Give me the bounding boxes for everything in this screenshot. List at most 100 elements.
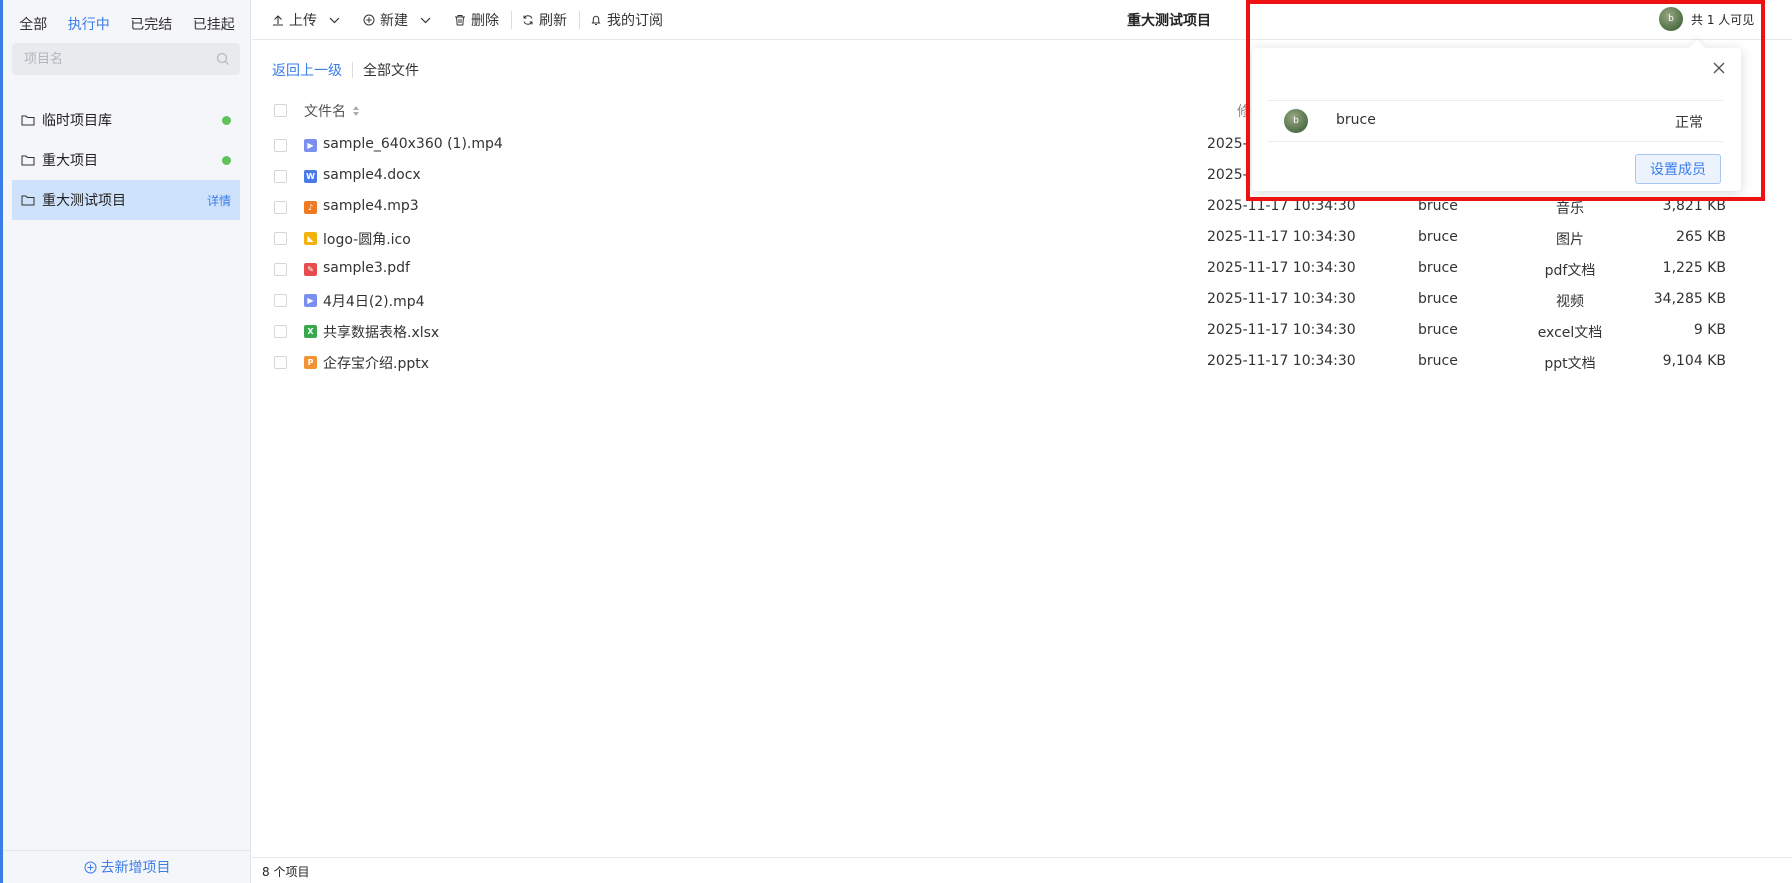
file-date: 2025-11-17 10:34:30	[1207, 229, 1356, 245]
tab-completed[interactable]: 已完结	[126, 12, 176, 36]
file-type: ppt文档	[1544, 356, 1596, 372]
folder-icon	[21, 115, 35, 126]
row-checkbox[interactable]	[274, 232, 287, 245]
file-date: 2025-11-17 10:34:30	[1207, 322, 1356, 338]
delete-button[interactable]: 删除	[454, 10, 499, 30]
row-checkbox[interactable]	[274, 294, 287, 307]
tab-in-progress[interactable]: 执行中	[64, 12, 114, 36]
project-item-major-test[interactable]: 重大测试项目 详情	[12, 180, 240, 220]
members-popover: b bruce 正常 设置成员	[1252, 39, 1741, 191]
audio-file-icon: ♪	[304, 201, 317, 214]
file-size: 265 KB	[1676, 229, 1726, 245]
subscribe-button[interactable]: 我的订阅	[590, 10, 663, 30]
upload-icon	[273, 15, 283, 26]
member-row: b bruce 正常	[1268, 100, 1723, 142]
close-icon[interactable]	[1711, 60, 1727, 76]
sort-icon[interactable]	[352, 105, 360, 117]
file-name[interactable]: sample4.docx	[323, 167, 421, 183]
breadcrumb: 返回上一级 全部文件	[272, 60, 419, 80]
table-row[interactable]: X 共享数据表格.xlsx 2025-11-17 10:34:30 bruce …	[252, 316, 1792, 347]
refresh-button[interactable]: 刷新	[522, 10, 567, 30]
trash-icon	[455, 15, 465, 26]
plus-circle-icon	[363, 14, 375, 26]
file-type: 视频	[1556, 294, 1584, 310]
file-name[interactable]: 4月4日(2).mp4	[323, 291, 425, 311]
upload-label: 上传	[289, 13, 317, 29]
project-item-major[interactable]: 重大项目	[12, 140, 240, 180]
project-item-temp-library[interactable]: 临时项目库	[12, 100, 240, 140]
select-all-checkbox[interactable]	[274, 104, 287, 117]
project-search-box	[12, 43, 240, 75]
visible-count-label: 共 1 人可见	[1691, 12, 1755, 27]
file-owner: bruce	[1418, 198, 1458, 214]
item-count: 8 个项目	[262, 865, 310, 879]
new-button[interactable]: 新建	[363, 10, 436, 30]
file-date: 2025-	[1207, 167, 1248, 183]
visible-members-toggle[interactable]: b 共 1 人可见	[1659, 7, 1754, 31]
file-date: 2025-11-17 10:34:30	[1207, 353, 1356, 369]
excel-file-icon: X	[304, 325, 317, 338]
folder-icon	[21, 155, 35, 166]
project-name: 临时项目库	[42, 113, 112, 129]
table-row[interactable]: ♪ sample4.mp3 2025-11-17 10:34:30 bruce …	[252, 192, 1792, 223]
popover-arrow	[1688, 39, 1706, 57]
project-name: 重大测试项目	[42, 193, 126, 209]
column-header-modified[interactable]: 修	[1237, 101, 1251, 121]
project-detail-link[interactable]: 详情	[207, 192, 231, 209]
refresh-icon	[523, 15, 533, 25]
row-checkbox[interactable]	[274, 356, 287, 369]
toolbar-divider	[511, 11, 512, 29]
member-status: 正常	[1675, 115, 1703, 131]
file-owner: bruce	[1418, 322, 1458, 338]
search-icon[interactable]	[216, 52, 230, 66]
set-members-button[interactable]: 设置成员	[1635, 154, 1721, 184]
add-project-button[interactable]: 去新增项目	[3, 850, 251, 883]
file-name[interactable]: sample3.pdf	[323, 260, 410, 276]
row-checkbox[interactable]	[274, 170, 287, 183]
ppt-file-icon: P	[304, 356, 317, 369]
tab-suspended[interactable]: 已挂起	[189, 12, 239, 36]
status-dot	[222, 155, 231, 165]
tab-all[interactable]: 全部	[15, 12, 51, 36]
file-date: 2025-	[1207, 136, 1248, 152]
image-file-icon: ◣	[304, 232, 317, 245]
table-row[interactable]: ◣ logo-圆角.ico 2025-11-17 10:34:30 bruce …	[252, 223, 1792, 254]
chevron-down-icon[interactable]	[420, 17, 431, 24]
file-date: 2025-11-17 10:34:30	[1207, 260, 1356, 276]
table-row[interactable]: ✎ sample3.pdf 2025-11-17 10:34:30 bruce …	[252, 254, 1792, 285]
file-name[interactable]: 共享数据表格.xlsx	[323, 322, 439, 342]
file-name[interactable]: logo-圆角.ico	[323, 229, 411, 249]
chevron-down-icon[interactable]	[329, 17, 340, 24]
file-owner: bruce	[1418, 229, 1458, 245]
row-checkbox[interactable]	[274, 201, 287, 214]
file-size: 34,285 KB	[1653, 291, 1726, 307]
table-row[interactable]: ▶ 4月4日(2).mp4 2025-11-17 10:34:30 bruce …	[252, 285, 1792, 316]
file-size: 1,225 KB	[1662, 260, 1726, 276]
file-size: 9 KB	[1693, 322, 1726, 338]
toolbar: 上传 新建 删除 刷新 我的订阅 重大测试项目 b 共 1 人可见	[252, 0, 1792, 40]
file-name[interactable]: sample4.mp3	[323, 198, 419, 214]
project-sidebar: 全部 执行中 已完结 已挂起 临时项目库 重大项目 重大测试项目 详情 去新增项…	[3, 0, 251, 883]
table-row[interactable]: P 企存宝介绍.pptx 2025-11-17 10:34:30 bruce p…	[252, 347, 1792, 378]
row-checkbox[interactable]	[274, 139, 287, 152]
file-owner: bruce	[1418, 291, 1458, 307]
subscribe-label: 我的订阅	[607, 13, 663, 29]
row-checkbox[interactable]	[274, 263, 287, 276]
upload-button[interactable]: 上传	[272, 10, 345, 30]
breadcrumb-current: 全部文件	[363, 63, 419, 79]
toolbar-divider	[579, 11, 580, 29]
file-size: 9,104 KB	[1662, 353, 1726, 369]
breadcrumb-divider	[352, 62, 353, 78]
file-name[interactable]: sample_640x360 (1).mp4	[323, 136, 503, 152]
file-type: pdf文档	[1544, 263, 1596, 279]
delete-label: 删除	[471, 13, 499, 29]
status-dot	[222, 115, 231, 125]
column-header-name[interactable]: 文件名	[304, 101, 360, 121]
file-date: 2025-11-17 10:34:30	[1207, 291, 1356, 307]
file-type: 音乐	[1556, 201, 1584, 217]
row-checkbox[interactable]	[274, 325, 287, 338]
column-header-modified-label: 修	[1237, 104, 1251, 120]
back-link[interactable]: 返回上一级	[272, 60, 342, 80]
project-search-input[interactable]	[22, 50, 216, 68]
file-name[interactable]: 企存宝介绍.pptx	[323, 353, 429, 373]
